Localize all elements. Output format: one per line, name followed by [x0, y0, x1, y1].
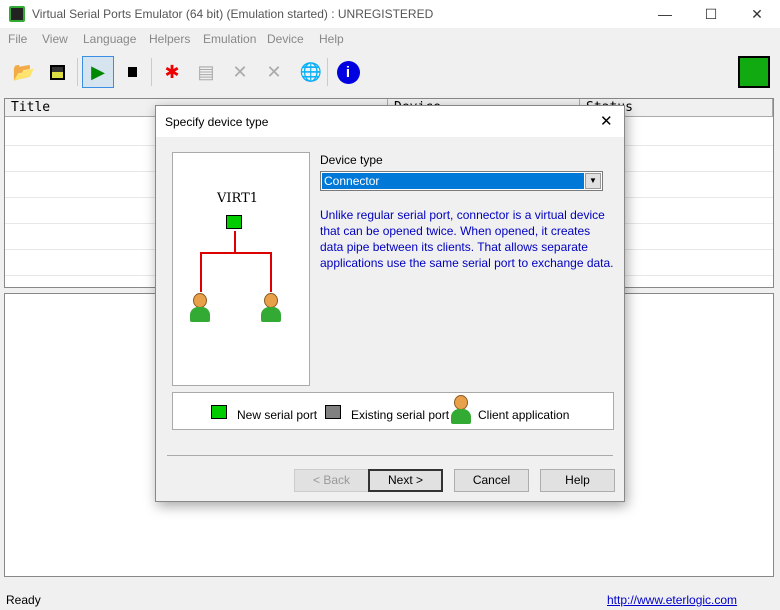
- menu-bar: File View Language Helpers Emulation Dev…: [0, 28, 780, 50]
- menu-help[interactable]: Help: [319, 32, 344, 46]
- menu-device[interactable]: Device: [267, 32, 304, 46]
- diagram-device-label: VIRT1: [217, 191, 259, 206]
- menu-language[interactable]: Language: [83, 32, 136, 46]
- new-port-icon: [211, 405, 227, 419]
- info-icon[interactable]: i: [332, 56, 364, 88]
- serial-logo-icon: [738, 56, 770, 88]
- device-type-value: Connector: [322, 173, 584, 189]
- open-icon[interactable]: 📂: [8, 56, 40, 88]
- device-type-select[interactable]: Connector ▼: [320, 171, 603, 191]
- maximize-button[interactable]: ☐: [688, 0, 734, 28]
- status-text: Ready: [6, 593, 41, 607]
- device-type-label: Device type: [320, 153, 383, 167]
- client-icon: [189, 293, 211, 323]
- status-bar: Ready http://www.eterlogic.com: [0, 590, 780, 610]
- chevron-down-icon[interactable]: ▼: [585, 173, 601, 189]
- device-diagram: VIRT1: [172, 152, 310, 386]
- dialog-close-button[interactable]: ✕: [600, 112, 613, 130]
- legend: New serial port Existing serial port Cli…: [172, 392, 614, 430]
- delete-all-icon: ✕: [266, 61, 282, 82]
- website-link[interactable]: http://www.eterlogic.com: [607, 593, 737, 607]
- minimize-button[interactable]: —: [642, 0, 688, 28]
- device-properties-icon: ▤: [197, 61, 215, 82]
- legend-client: Client application: [478, 408, 570, 422]
- dialog-title-bar: Specify device type ✕: [156, 106, 624, 137]
- help-button[interactable]: Help: [540, 469, 615, 492]
- toolbar: 📂 ▶ ✱ ▤ ✕ ✕ 🌐 i: [0, 52, 780, 92]
- window-title: Virtual Serial Ports Emulator (64 bit) (…: [32, 7, 434, 21]
- network-icon[interactable]: 🌐: [295, 56, 327, 88]
- menu-file[interactable]: File: [8, 32, 27, 46]
- dialog-title: Specify device type: [165, 115, 269, 129]
- stop-icon[interactable]: [116, 56, 148, 88]
- client-icon: [450, 395, 472, 425]
- existing-port-icon: [325, 405, 341, 419]
- menu-emulation[interactable]: Emulation: [203, 32, 256, 46]
- specify-device-type-dialog: Specify device type ✕ VIRT1 Device type …: [155, 105, 625, 502]
- next-button[interactable]: Next >: [368, 469, 443, 492]
- close-button[interactable]: ✕: [734, 0, 780, 28]
- cancel-button[interactable]: Cancel: [454, 469, 529, 492]
- menu-helpers[interactable]: Helpers: [149, 32, 190, 46]
- new-device-icon[interactable]: ✱: [156, 56, 188, 88]
- legend-new-port: New serial port: [237, 408, 318, 422]
- title-bar: Virtual Serial Ports Emulator (64 bit) (…: [0, 0, 780, 28]
- legend-existing-port: Existing serial port: [351, 408, 450, 422]
- client-icon: [260, 293, 282, 323]
- delete-device-icon: ✕: [232, 61, 248, 82]
- device-description: Unlike regular serial port, connector is…: [320, 208, 614, 270]
- start-icon[interactable]: ▶: [82, 56, 114, 88]
- save-icon[interactable]: [41, 56, 73, 88]
- menu-view[interactable]: View: [42, 32, 68, 46]
- app-icon: [9, 6, 25, 22]
- new-port-icon: [226, 215, 242, 229]
- back-button: < Back: [294, 469, 369, 492]
